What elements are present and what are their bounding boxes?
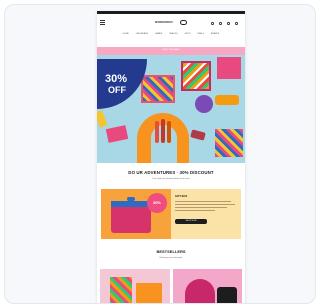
promo-text-line bbox=[175, 201, 231, 202]
nav-item[interactable]: BRANDS bbox=[211, 33, 219, 39]
product-image bbox=[217, 287, 237, 303]
search-icon[interactable] bbox=[211, 22, 214, 25]
announcement-bar[interactable]: SHOP THE SALE bbox=[97, 47, 245, 55]
promo-text-line bbox=[175, 207, 227, 208]
discount-badge: 30% OFF bbox=[97, 59, 147, 109]
discount-word: OFF bbox=[108, 85, 126, 95]
lipstick bbox=[155, 121, 159, 143]
site-logo[interactable]: WONDERBOX bbox=[155, 21, 173, 24]
menu-icon[interactable] bbox=[100, 22, 105, 23]
product-image bbox=[185, 279, 215, 303]
nav-item[interactable]: GIFTS bbox=[184, 33, 190, 39]
section-subtitle: Find your new favourite bbox=[159, 257, 183, 259]
discount-percent: 30% bbox=[105, 73, 128, 85]
product-item bbox=[190, 129, 206, 141]
product-box-pattern bbox=[143, 77, 173, 101]
gift-box bbox=[111, 203, 151, 233]
cart-icon[interactable] bbox=[235, 22, 238, 25]
product-item bbox=[215, 95, 239, 105]
palette bbox=[105, 125, 129, 143]
promo-text-line bbox=[175, 210, 215, 211]
wishlist-icon[interactable] bbox=[227, 22, 230, 25]
website-screenshot: WONDERBOX HOME CALENDARS GAMES SNACKS GI… bbox=[97, 11, 245, 303]
product-image bbox=[110, 277, 132, 303]
logo-mark-icon bbox=[180, 20, 187, 25]
promo-title: GIFT BOX bbox=[175, 195, 188, 198]
gift-box-lid bbox=[111, 201, 151, 207]
preview-card[interactable]: WONDERBOX HOME CALENDARS GAMES SNACKS GI… bbox=[4, 4, 316, 304]
nav-item[interactable]: SNACKS bbox=[169, 33, 177, 39]
main-nav: HOME CALENDARS GAMES SNACKS GIFTS DEALS … bbox=[97, 33, 245, 39]
product-box bbox=[217, 57, 241, 79]
top-strip bbox=[97, 11, 245, 14]
section-title: BESTSELLERS bbox=[156, 249, 186, 254]
product-tile[interactable] bbox=[173, 269, 242, 303]
headline-title: DO UR ADVENTURES · 30% DISCOUNT bbox=[128, 170, 214, 175]
hero-banner[interactable]: 30% OFF bbox=[97, 55, 245, 163]
product-item bbox=[97, 110, 108, 128]
promo-text-line bbox=[175, 204, 235, 205]
account-icon[interactable] bbox=[219, 22, 222, 25]
lipstick bbox=[161, 119, 165, 143]
promo-block[interactable]: 30% GIFT BOX SHOP NOW bbox=[101, 189, 241, 239]
nav-item[interactable]: GAMES bbox=[155, 33, 162, 39]
lipstick bbox=[167, 121, 171, 143]
product-item bbox=[195, 95, 213, 113]
headline-subtitle: Use code at checkout while stocks last bbox=[152, 178, 190, 180]
product-box-pattern bbox=[183, 63, 209, 89]
nav-item[interactable]: DEALS bbox=[197, 33, 204, 39]
product-box bbox=[215, 129, 243, 157]
product-image bbox=[136, 283, 162, 303]
shop-now-label: SHOP NOW bbox=[185, 220, 197, 223]
shop-now-button[interactable]: SHOP NOW bbox=[175, 219, 207, 224]
nav-item[interactable]: HOME bbox=[123, 33, 129, 39]
gift-box-handle bbox=[127, 197, 135, 201]
promo-tag: 30% bbox=[147, 193, 167, 213]
promo-tag-text: 30% bbox=[152, 200, 161, 205]
announcement-text: SHOP THE SALE bbox=[162, 49, 180, 51]
product-tile[interactable] bbox=[100, 269, 170, 303]
site-header: WONDERBOX bbox=[97, 15, 245, 31]
nav-item[interactable]: CALENDARS bbox=[136, 33, 148, 39]
